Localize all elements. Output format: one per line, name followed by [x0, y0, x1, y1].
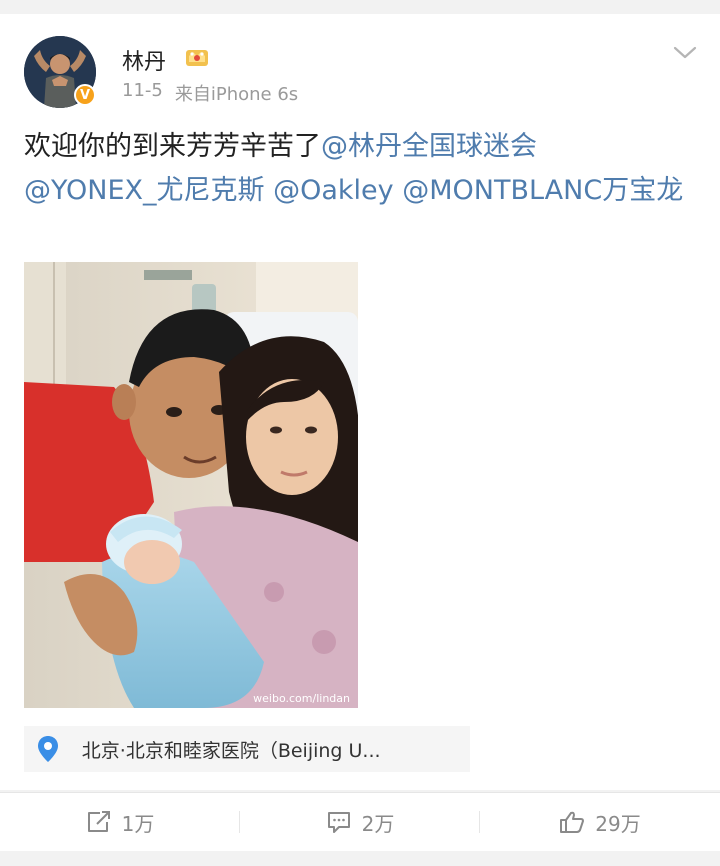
comment-button[interactable]: 2万: [240, 793, 480, 851]
repost-icon: [87, 811, 110, 832]
mention-link[interactable]: @林丹全国球迷会: [321, 131, 537, 162]
post-time: 11-5: [122, 80, 163, 101]
comment-count: 2万: [361, 811, 395, 836]
action-bar: 1万 2万 29万: [0, 793, 720, 851]
repost-button[interactable]: 1万: [0, 793, 240, 851]
crown-icon[interactable]: [184, 44, 210, 70]
post-source: 来自iPhone 6s: [174, 84, 299, 105]
post-meta: 11-5 来自iPhone 6s: [122, 80, 298, 106]
photo-watermark: weibo.com/lindan: [253, 692, 350, 705]
chevron-down-icon[interactable]: [672, 42, 698, 62]
comment-icon: [327, 812, 350, 833]
location-tag[interactable]: 北京·北京和睦家医院（Beijing U...: [24, 726, 470, 772]
location-pin-icon: [37, 736, 58, 762]
post-photo[interactable]: weibo.com/lindan: [24, 262, 358, 708]
like-button[interactable]: 29万: [480, 793, 720, 851]
bottom-spacer: [0, 851, 720, 866]
post-text: 欢迎你的到来芳芳辛苦了@林丹全国球迷会 @YONEX_尤尼克斯 @Oakley @…: [24, 125, 684, 213]
username[interactable]: 林丹: [122, 44, 166, 76]
mention-link[interactable]: @Oakley: [273, 175, 394, 206]
thumbs-up-icon: [560, 811, 585, 833]
top-spacer: [0, 0, 720, 14]
location-text: 北京·北京和睦家医院（Beijing U...: [81, 739, 381, 762]
mention-link[interactable]: @YONEX_尤尼克斯: [24, 175, 265, 206]
like-count: 29万: [595, 811, 641, 836]
weibo-post-screen: V 林丹 11-5 来自iPhone 6s 欢迎你的到来芳芳辛苦了@林丹全国球迷…: [0, 0, 720, 866]
post-body-text: 欢迎你的到来芳芳辛苦了: [24, 131, 321, 162]
location-icon-wrap: [24, 726, 72, 772]
mention-link[interactable]: @MONTBLANC万宝龙: [402, 175, 683, 206]
family-photo: weibo.com/lindan: [24, 262, 358, 708]
repost-count: 1万: [121, 811, 155, 836]
verified-badge-icon: V: [74, 84, 96, 106]
